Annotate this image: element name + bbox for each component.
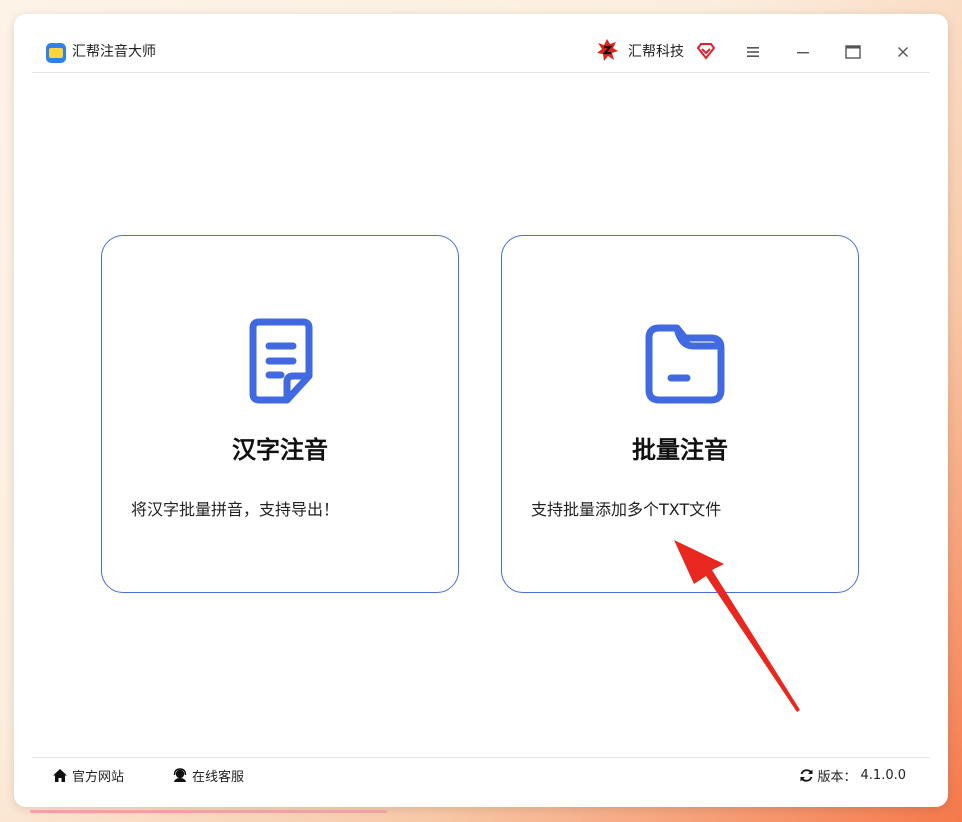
brand-name: 汇帮科技 — [628, 44, 684, 60]
maximize-icon — [845, 45, 861, 59]
diamond-vip-icon[interactable] — [697, 42, 715, 60]
menu-button[interactable] — [738, 38, 768, 66]
official-site-link[interactable]: 官方网站 — [52, 766, 124, 785]
menu-icon — [747, 47, 759, 57]
bottom-highlight-strip — [30, 810, 387, 813]
home-icon — [53, 769, 67, 782]
version-value: 4.1.0.0 — [860, 768, 906, 783]
brand-logo-icon — [597, 39, 618, 61]
headset-icon — [173, 768, 187, 782]
footer-bar: 官方网站 在线客服 版本： 4.1.0.0 — [32, 757, 930, 794]
annotation-arrow-icon — [674, 540, 800, 712]
card-description: 将汉字批量拼音，支持导出！ — [131, 500, 340, 519]
title-bar: 汇帮注音大师 汇帮科技 — [32, 14, 930, 73]
minimize-icon — [797, 52, 809, 54]
folder-icon — [645, 324, 725, 404]
card-title: 批量注音 — [632, 436, 728, 464]
card-title: 汉字注音 — [232, 436, 328, 464]
app-logo-icon — [46, 43, 66, 63]
close-button[interactable] — [888, 38, 918, 66]
document-icon — [249, 318, 313, 404]
card-hanzi-zhuyin[interactable]: 汉字注音 将汉字批量拼音，支持导出！ — [101, 235, 459, 593]
version-info[interactable]: 版本： 4.1.0.0 — [799, 766, 906, 785]
card-description: 支持批量添加多个TXT文件 — [531, 500, 722, 519]
version-label: 版本： — [817, 770, 857, 785]
official-site-label: 官方网站 — [72, 770, 125, 785]
online-service-link[interactable]: 在线客服 — [172, 766, 244, 785]
maximize-button[interactable] — [838, 38, 868, 66]
refresh-icon — [800, 769, 812, 782]
app-window: 汇帮注音大师 汇帮科技 汉字注音 将汉字批量拼音，支持导出！ 批量注音 支持批量… — [14, 14, 948, 807]
minimize-button[interactable] — [788, 38, 818, 66]
online-service-label: 在线客服 — [192, 770, 245, 785]
close-icon — [898, 47, 908, 57]
app-title: 汇帮注音大师 — [72, 44, 156, 60]
